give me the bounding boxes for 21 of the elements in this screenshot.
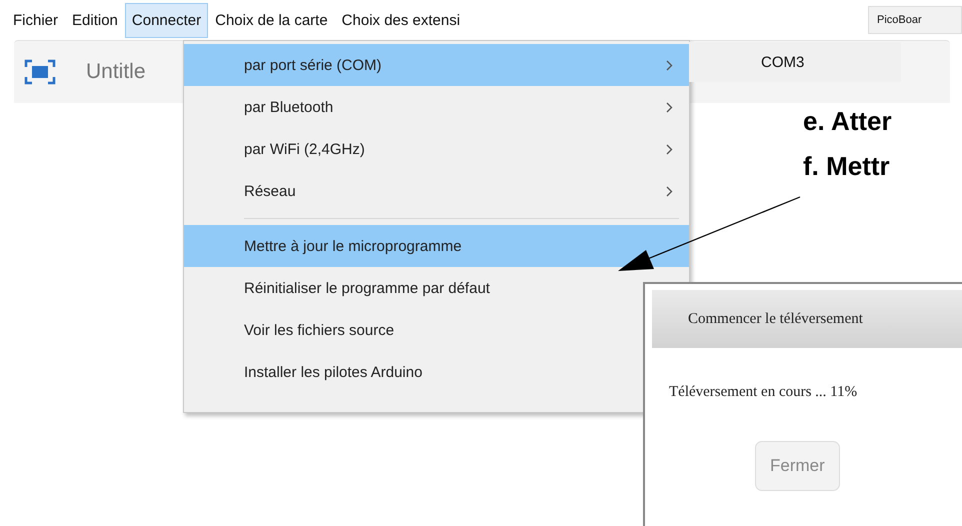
menu-bar-item[interactable]: Connecter <box>124 2 208 38</box>
dialog-message: Téléversement en cours ... 11% <box>668 383 858 401</box>
chevron-right-icon <box>666 102 673 112</box>
menu-item[interactable]: Mettre à jour le microprogramme <box>184 225 689 267</box>
annotation-text: f. Mettr <box>803 151 891 182</box>
menu-bar-item[interactable]: Edition <box>65 2 125 38</box>
menu-item[interactable]: Réseau <box>184 170 689 212</box>
document-title: Untitle <box>86 60 146 84</box>
board-selector[interactable]: PicoBoar <box>868 6 962 34</box>
menu-item[interactable]: par Bluetooth <box>184 86 689 128</box>
menu-item[interactable]: par WiFi (2,4GHz) <box>184 128 689 170</box>
annotation-text: e. Atter <box>803 106 892 137</box>
menu-item[interactable]: par port série (COM) <box>184 44 689 86</box>
menu-bar-item[interactable]: Choix des extensi <box>334 2 468 38</box>
chevron-right-icon <box>666 60 673 70</box>
chevron-right-icon <box>666 144 673 154</box>
fullscreen-icon[interactable] <box>24 59 56 85</box>
menu-bar-item[interactable]: Fichier <box>6 2 66 38</box>
menu-bar-item[interactable]: Choix de la carte <box>208 2 335 38</box>
chevron-right-icon <box>666 186 673 196</box>
dialog-title: Commencer le téléversement <box>652 290 962 348</box>
